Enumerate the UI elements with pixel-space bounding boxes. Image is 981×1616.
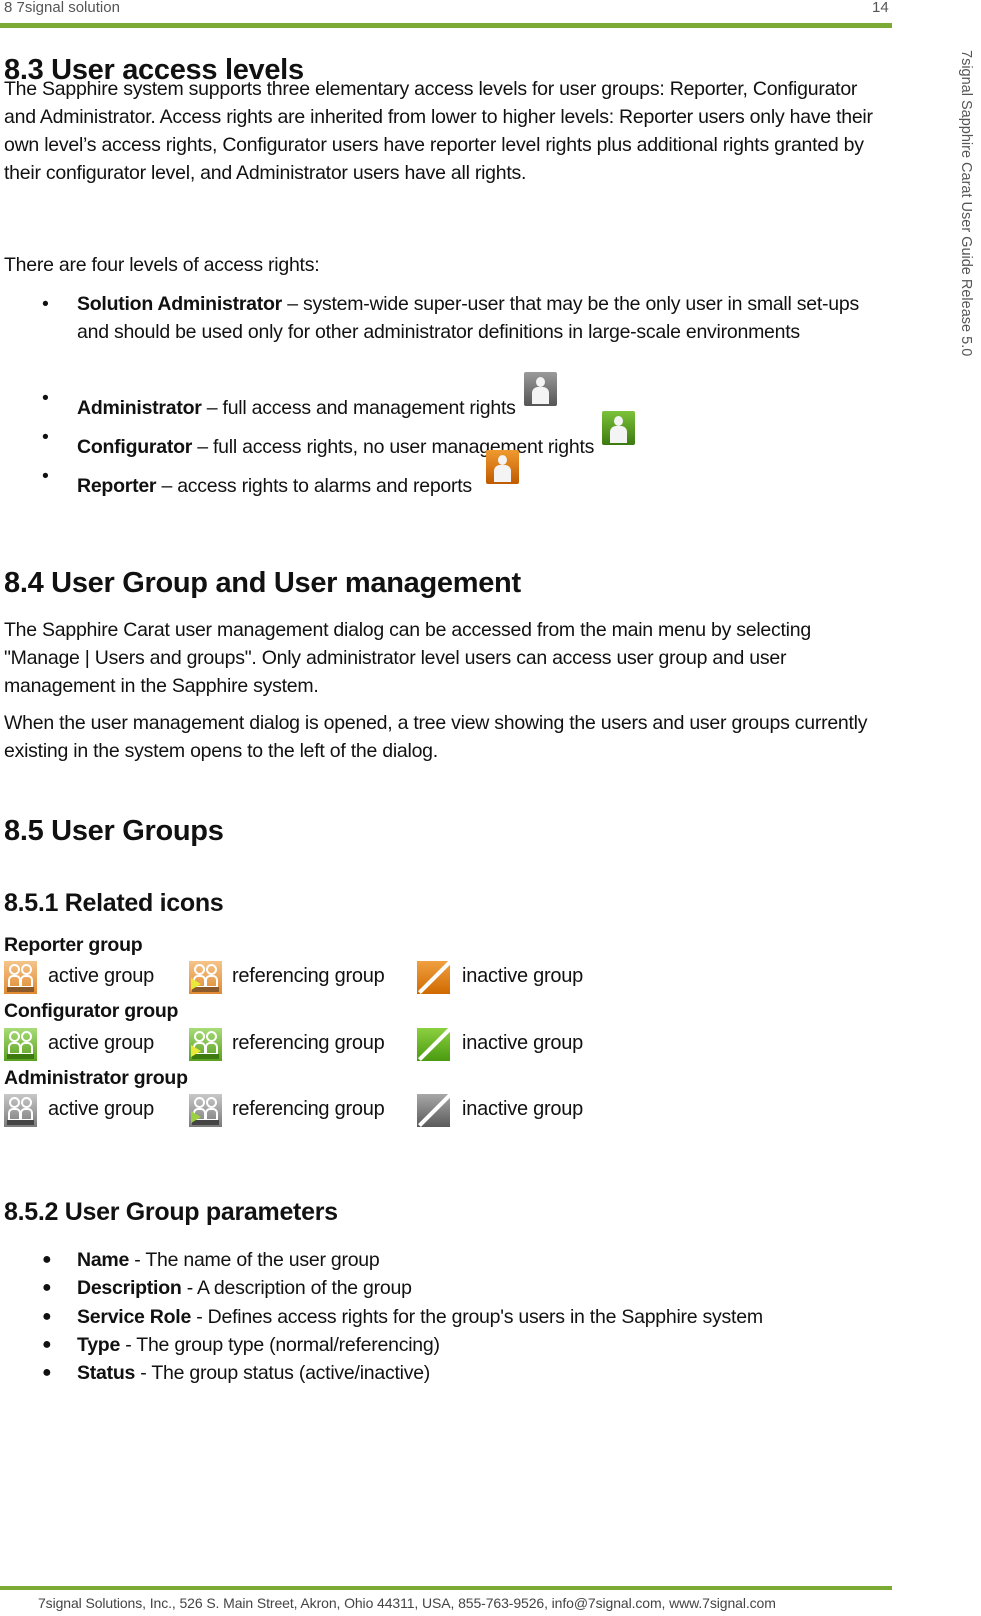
header-rule (0, 23, 892, 28)
reporter-active-group-icon (4, 961, 37, 994)
reporter-user-icon (485, 450, 519, 484)
description: – access rights to alarms and reports (156, 475, 472, 497)
footer-rule (0, 1586, 892, 1590)
bullet: ● (42, 1364, 52, 1381)
bullet: • (42, 426, 49, 448)
icon-label: inactive group (462, 965, 584, 987)
group-label-reporter: Reporter group (4, 934, 143, 956)
description: - The name of the user group (129, 1249, 380, 1271)
description: - The group type (normal/referencing) (120, 1334, 440, 1356)
configurator-active-group-icon (4, 1028, 37, 1061)
heading-8-5-2: 8.5.2 User Group parameters (4, 1198, 338, 1226)
term: Solution Administrator (77, 293, 283, 315)
heading-8-5-1: 8.5.1 Related icons (4, 889, 224, 917)
icon-label: inactive group (462, 1098, 584, 1120)
icon-label: referencing group (232, 965, 385, 987)
bullet: • (42, 293, 49, 315)
term: Status (77, 1362, 136, 1384)
description: - The group status (active/inactive) (135, 1362, 431, 1384)
page-footer: 7signal Solutions, Inc., 526 S. Main Str… (38, 1595, 776, 1611)
icon-label: referencing group (232, 1098, 385, 1120)
icon-row-configurator: active group referencing group inactive … (4, 1028, 704, 1064)
term: Name (77, 1249, 130, 1271)
paragraph: There are four levels of access rights: (4, 254, 320, 276)
bullet: • (42, 387, 49, 409)
icon-label: active group (48, 965, 154, 987)
paragraph: The Sapphire Carat user management dialo… (4, 619, 811, 697)
bullet: ● (42, 1336, 52, 1353)
configurator-inactive-group-icon (417, 1028, 450, 1061)
description: - Defines access rights for the group's … (191, 1306, 763, 1328)
description: – full access and management rights (201, 397, 516, 419)
icon-label: active group (48, 1032, 154, 1054)
bullet: ● (42, 1251, 52, 1268)
term: Configurator (77, 436, 193, 458)
term: Administrator (77, 397, 202, 419)
paragraph: When the user management dialog is opene… (4, 712, 868, 762)
bullet: ● (42, 1308, 52, 1325)
administrator-referencing-group-icon (189, 1094, 222, 1127)
configurator-referencing-group-icon (189, 1028, 222, 1061)
group-label-configurator: Configurator group (4, 1000, 179, 1022)
icon-row-reporter: active group referencing group inactive … (4, 961, 704, 997)
reporter-referencing-group-icon (189, 961, 222, 994)
bullet: • (42, 465, 49, 487)
administrator-user-icon (523, 372, 557, 406)
configurator-user-icon (602, 411, 636, 445)
term: Type (77, 1334, 121, 1356)
group-label-administrator: Administrator group (4, 1067, 188, 1089)
bullet: ● (42, 1279, 52, 1296)
term: Reporter (77, 475, 157, 497)
term: Description (77, 1277, 182, 1299)
icon-label: active group (48, 1098, 154, 1120)
icon-label: referencing group (232, 1032, 385, 1054)
heading-8-4: 8.4 User Group and User management (4, 567, 521, 599)
administrator-inactive-group-icon (417, 1094, 450, 1127)
administrator-active-group-icon (4, 1094, 37, 1127)
icon-row-administrator: active group referencing group inactive … (4, 1094, 704, 1130)
description: - A description of the group (181, 1277, 412, 1299)
heading-8-5: 8.5 User Groups (4, 815, 224, 847)
term: Service Role (77, 1306, 192, 1328)
page-number: 14 (872, 0, 889, 16)
reporter-inactive-group-icon (417, 961, 450, 994)
description: – full access rights, no user management… (192, 436, 595, 458)
icon-label: inactive group (462, 1032, 584, 1054)
header-section: 8 7signal solution (4, 0, 120, 16)
side-title: 7signal Sapphire Carat User Guide Releas… (958, 50, 974, 357)
paragraph: The Sapphire system supports three eleme… (4, 78, 873, 184)
